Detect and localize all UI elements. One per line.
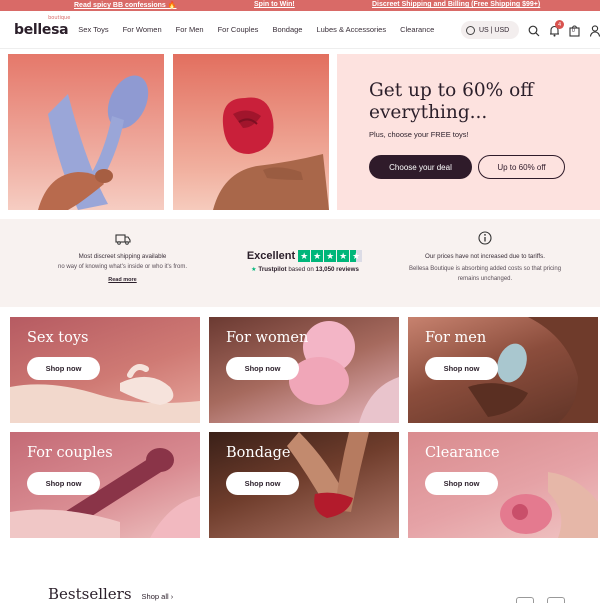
nav-bondage[interactable]: Bondage (272, 25, 302, 34)
hero-banner: Get up to 60% off everything... Plus, ch… (0, 54, 600, 211)
hero-title: Get up to 60% off everything... (369, 80, 534, 123)
category-label: Sex toys (27, 330, 89, 346)
logo-text: bellesa (14, 21, 69, 38)
reviews-count: 13,050 reviews (315, 266, 359, 273)
bell-icon[interactable]: 4 (549, 20, 564, 42)
nav-clearance[interactable]: Clearance (400, 25, 434, 34)
category-tile-for-men[interactable]: For men Shop now (408, 317, 598, 423)
search-icon[interactable] (528, 24, 540, 42)
cart-icon[interactable]: 0 (569, 24, 580, 42)
category-tile-for-couples[interactable]: For couples Shop now (10, 432, 200, 538)
announcement-spin-link[interactable]: Spin to Win! (254, 1, 295, 8)
shop-now-button[interactable]: Shop now (425, 357, 498, 380)
info-icon (405, 231, 565, 247)
shop-now-button[interactable]: Shop now (226, 472, 299, 495)
category-tile-bondage[interactable]: Bondage Shop now (209, 432, 399, 538)
hero-image-vibrator[interactable] (8, 54, 164, 210)
bellesa-logo[interactable]: bellesa boutique (14, 15, 70, 38)
cart-count: 0 (572, 28, 575, 34)
price-info: Our prices have not increased due to tar… (405, 231, 565, 284)
shipping-info: Most discreet shipping available no way … (40, 233, 205, 283)
category-label: For men (425, 330, 487, 346)
nav-sex-toys[interactable]: Sex Toys (78, 25, 108, 34)
hero-image-rose[interactable] (173, 54, 329, 210)
trustpilot-name: Trustpilot (258, 266, 287, 273)
rating-label: Excellent (246, 250, 296, 262)
prices-title: Our prices have not increased due to tar… (425, 253, 545, 260)
hero-promo-panel: Get up to 60% off everything... Plus, ch… (337, 54, 600, 210)
choose-deal-button[interactable]: Choose your deal (369, 155, 472, 179)
shop-now-button[interactable]: Shop now (226, 357, 299, 380)
announcement-confessions-link[interactable]: Read spicy BB confessions 🔥 (74, 1, 176, 9)
reviews-prefix: based on (288, 266, 314, 273)
up-to-60-off-button[interactable]: Up to 60% off (478, 155, 565, 179)
logo-tag: boutique (48, 14, 71, 21)
shipping-sub: no way of knowing what's inside or who i… (57, 264, 187, 270)
announcement-shipping-link[interactable]: Discreet Shipping and Billing (Free Ship… (372, 1, 540, 8)
rating-stars: ★ ★ ★ ★ ★ (298, 250, 363, 262)
announcement-bar: Read spicy BB confessions 🔥 Spin to Win!… (0, 0, 600, 11)
category-label: For couples (27, 445, 113, 461)
nav-for-couples[interactable]: For Couples (218, 25, 259, 34)
star-icon: ★ (311, 250, 324, 262)
nav-lubes-accessories[interactable]: Lubes & Accessories (316, 25, 386, 34)
bestsellers-header: Bestsellers Shop all › (48, 585, 173, 603)
shop-now-button[interactable]: Shop now (27, 357, 100, 380)
currency-label: US | USD (479, 26, 510, 34)
shipping-title: Most discreet shipping available (78, 253, 167, 260)
trust-band: Most discreet shipping available no way … (0, 219, 600, 307)
category-tile-for-women[interactable]: For women Shop now (209, 317, 399, 423)
bestsellers-title: Bestsellers (48, 585, 132, 603)
nav-for-men[interactable]: For Men (176, 25, 204, 34)
shop-now-button[interactable]: Shop now (425, 472, 498, 495)
category-label: Clearance (425, 445, 500, 461)
category-tile-sex-toys[interactable]: Sex toys Shop now (10, 317, 200, 423)
category-tile-clearance[interactable]: Clearance Shop now (408, 432, 598, 538)
main-nav: bellesa boutique Sex Toys For Women For … (0, 11, 600, 49)
globe-icon (466, 25, 475, 35)
carousel-prev-button[interactable] (516, 597, 534, 603)
notification-badge: 4 (555, 20, 564, 29)
star-icon: ★ (324, 250, 337, 262)
nav-for-women[interactable]: For Women (123, 25, 162, 34)
star-icon: ★ (298, 250, 311, 262)
trustpilot-star-icon: ★ (251, 266, 257, 273)
carousel-next-button[interactable] (547, 597, 565, 603)
category-label: For women (226, 330, 309, 346)
currency-selector[interactable]: US | USD (461, 21, 519, 39)
half-star-icon: ★ (350, 250, 363, 262)
nav-links: Sex Toys For Women For Men For Couples B… (78, 25, 448, 34)
trustpilot-widget[interactable]: Excellent ★ ★ ★ ★ ★ ★ Trustpilot based on 13… (230, 250, 380, 273)
truck-icon (40, 233, 205, 247)
star-icon: ★ (337, 250, 350, 262)
hero-subtitle: Plus, choose your FREE toys! (369, 130, 469, 139)
read-more-link[interactable]: Read more (40, 277, 205, 283)
account-icon[interactable] (589, 24, 600, 42)
category-label: Bondage (226, 445, 291, 461)
shop-now-button[interactable]: Shop now (27, 472, 100, 495)
prices-sub: Bellesa Boutique is absorbing added cost… (408, 266, 562, 282)
